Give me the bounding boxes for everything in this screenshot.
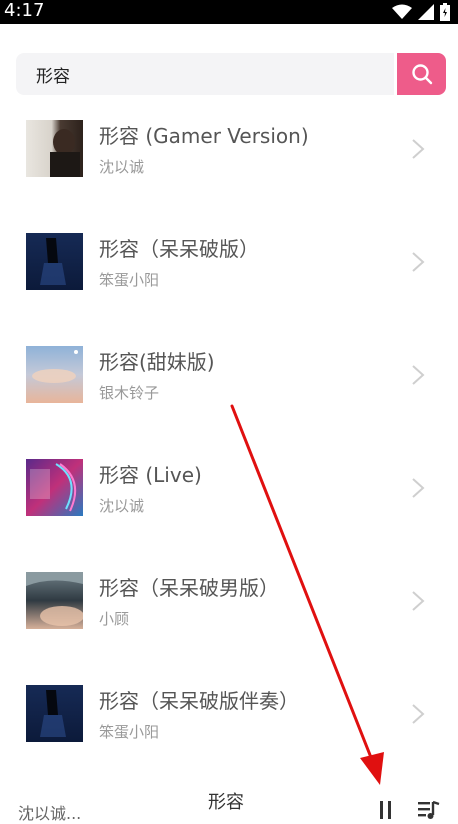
list-item[interactable]: 形容（呆呆破版） 笨蛋小阳 <box>0 205 458 318</box>
list-item[interactable]: 形容 (Live) 沈以诚 <box>0 431 458 544</box>
list-item[interactable]: 形容（呆呆破版伴奏） 笨蛋小阳 <box>0 657 458 770</box>
album-cover <box>26 459 83 516</box>
song-artist: 小顾 <box>99 610 130 628</box>
album-cover <box>26 120 83 177</box>
wifi-icon <box>392 4 412 19</box>
album-cover <box>26 685 83 742</box>
search-button[interactable] <box>397 53 446 95</box>
pause-icon[interactable] <box>378 801 394 819</box>
list-item[interactable]: 形容(甜妹版) 银木铃子 <box>0 318 458 431</box>
search-icon <box>411 64 432 85</box>
song-title: 形容 (Live) <box>99 463 202 487</box>
song-title: 形容（呆呆破版伴奏） <box>99 689 299 713</box>
song-artist: 笨蛋小阳 <box>99 723 160 741</box>
song-artist: 沈以诚 <box>99 497 145 515</box>
album-cover <box>26 233 83 290</box>
chevron-right-icon <box>412 478 425 498</box>
search-bar <box>16 53 394 95</box>
song-title: 形容(甜妹版) <box>99 350 215 374</box>
song-title: 形容（呆呆破男版） <box>99 576 279 600</box>
player-song-title: 形容 <box>208 792 244 813</box>
song-title: 形容 (Gamer Version) <box>99 124 309 148</box>
player-artist: 沈以诚... <box>18 804 82 823</box>
status-icons <box>392 2 450 22</box>
list-item[interactable]: 形容（呆呆破男版） 小顾 <box>0 544 458 657</box>
chevron-right-icon <box>412 704 425 724</box>
album-cover <box>26 346 83 403</box>
album-cover <box>26 572 83 629</box>
song-artist: 笨蛋小阳 <box>99 271 160 289</box>
battery-icon <box>440 3 450 21</box>
status-time: 4:17 <box>4 0 45 21</box>
chevron-right-icon <box>412 139 425 159</box>
search-input[interactable] <box>36 53 376 95</box>
mini-player[interactable]: 沈以诚... 形容 <box>0 770 458 823</box>
status-bar: 4:17 <box>0 0 458 24</box>
signal-icon <box>418 4 434 20</box>
playlist-icon[interactable] <box>418 800 440 820</box>
chevron-right-icon <box>412 365 425 385</box>
song-artist: 银木铃子 <box>99 384 160 402</box>
song-artist: 沈以诚 <box>99 158 145 176</box>
list-item[interactable]: 形容 (Gamer Version) 沈以诚 <box>0 92 458 205</box>
song-title: 形容（呆呆破版） <box>99 237 259 261</box>
chevron-right-icon <box>412 591 425 611</box>
chevron-right-icon <box>412 252 425 272</box>
